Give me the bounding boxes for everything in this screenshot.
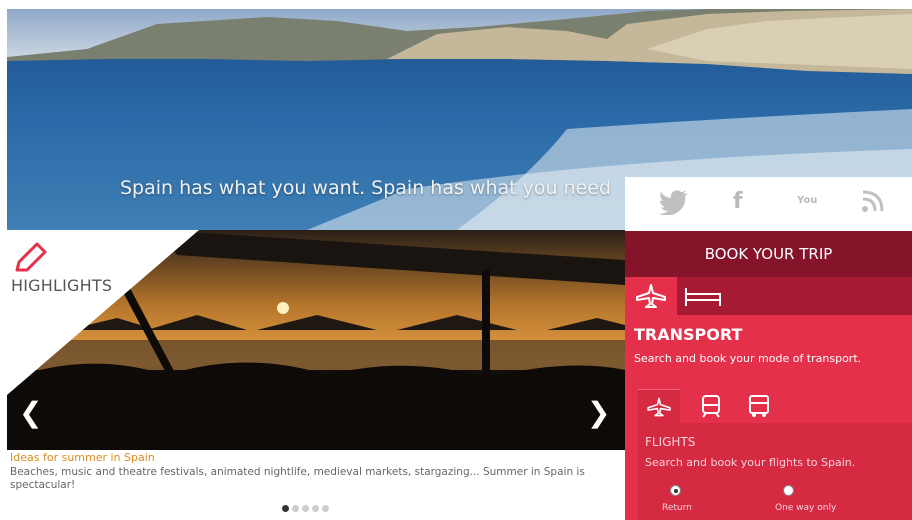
- tab-flights[interactable]: [638, 389, 680, 424]
- plane-icon: [636, 284, 666, 308]
- train-icon: [702, 395, 720, 418]
- hero-tagline: Spain has what you want. Spain has what …: [120, 177, 612, 199]
- carousel-prev-button[interactable]: ❮: [19, 396, 42, 429]
- tab-buses[interactable]: [738, 389, 780, 423]
- transport-subtitle: Search and book your mode of transport.: [634, 352, 862, 365]
- rss-icon[interactable]: [861, 189, 885, 219]
- slide-caption-text: Beaches, music and theatre festivals, an…: [10, 466, 585, 491]
- pencil-icon: [13, 240, 49, 274]
- return-label: Return: [662, 503, 692, 513]
- tab-accommodation[interactable]: [677, 277, 729, 315]
- facebook-icon[interactable]: f: [733, 189, 743, 214]
- transport-title: TRANSPORT: [634, 325, 743, 344]
- bus-icon: [749, 395, 769, 417]
- carousel-dot[interactable]: [302, 505, 309, 512]
- carousel-dot[interactable]: [322, 505, 329, 512]
- tab-trains[interactable]: [690, 389, 732, 423]
- flights-panel: FLIGHTS Search and book your flights to …: [638, 423, 912, 520]
- highlights-carousel: HIGHLIGHTS ❮ ❯: [7, 230, 625, 450]
- book-trip-heading: BOOK YOUR TRIP: [625, 231, 912, 277]
- mode-tabs: [625, 277, 912, 315]
- youtube-icon[interactable]: You: [797, 195, 817, 206]
- bed-icon: [685, 288, 721, 306]
- transport-sub-tabs: [638, 389, 912, 424]
- slide-caption-title[interactable]: Ideas for summer in Spain: [10, 451, 155, 464]
- one-way-radio[interactable]: [783, 485, 794, 496]
- flights-title: FLIGHTS: [645, 435, 696, 449]
- carousel-pagination: [282, 505, 329, 512]
- plane-icon: [647, 397, 671, 417]
- carousel-dot[interactable]: [282, 505, 289, 512]
- book-trip-panel: BOOK YOUR TRIP TRANSPORT Search and book…: [625, 231, 912, 520]
- social-bar: f You: [625, 177, 912, 231]
- carousel-dot[interactable]: [312, 505, 319, 512]
- twitter-icon[interactable]: [659, 189, 689, 221]
- return-radio[interactable]: [670, 485, 681, 496]
- carousel-next-button[interactable]: ❯: [587, 396, 610, 429]
- one-way-label: One way only: [775, 503, 837, 513]
- highlights-heading: HIGHLIGHTS: [11, 276, 113, 295]
- flights-subtitle: Search and book your flights to Spain.: [645, 456, 856, 469]
- carousel-dot[interactable]: [292, 505, 299, 512]
- tab-transport[interactable]: [625, 277, 677, 315]
